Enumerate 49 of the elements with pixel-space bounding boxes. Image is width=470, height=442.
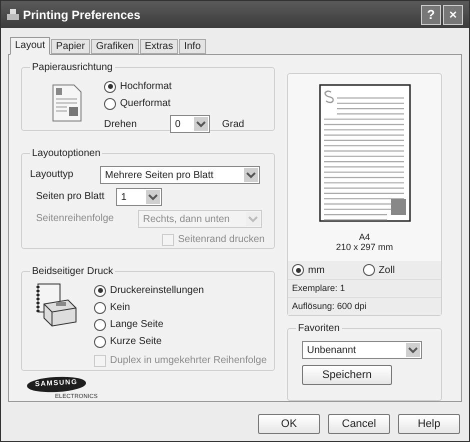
unit-label: Grad bbox=[222, 118, 244, 132]
checkbox-label: Seitenrand drucken bbox=[178, 233, 265, 247]
copies-info: Exemplare: 1 bbox=[292, 282, 346, 295]
field-label: Seiten pro Blatt bbox=[36, 190, 106, 204]
radio-label[interactable]: mm bbox=[308, 262, 325, 278]
dropdown[interactable]: 1 bbox=[116, 188, 162, 206]
tab[interactable]: Layout bbox=[10, 37, 50, 55]
dialog-button[interactable]: Speichern bbox=[302, 365, 392, 386]
group-title: Beidseitiger Druck bbox=[30, 264, 116, 279]
tab[interactable]: Papier bbox=[51, 39, 90, 54]
radio-label[interactable]: Kein bbox=[110, 300, 130, 315]
document-icon bbox=[52, 84, 82, 122]
dialog-button[interactable]: Cancel bbox=[328, 414, 390, 434]
resolution-info: Auflösung: 600 dpi bbox=[292, 300, 367, 313]
radio-button[interactable] bbox=[362, 264, 375, 276]
radio-button[interactable] bbox=[94, 318, 106, 330]
radio-label[interactable]: Lange Seite bbox=[110, 317, 164, 332]
dropdown[interactable]: 0 bbox=[170, 115, 210, 133]
paper-size: 210 x 297 mm bbox=[334, 242, 394, 253]
printer-title-icon bbox=[7, 8, 19, 20]
tab[interactable]: Info bbox=[179, 39, 206, 54]
field-label: Layouttyp bbox=[30, 168, 74, 182]
tab[interactable]: Extras bbox=[140, 39, 178, 54]
radio-button[interactable] bbox=[104, 80, 116, 92]
window-title: Printing Preferences bbox=[23, 6, 140, 24]
dialog-button[interactable]: Help bbox=[398, 414, 460, 434]
tab[interactable]: Grafiken bbox=[90, 39, 139, 54]
paper-name: A4 bbox=[358, 232, 371, 242]
dropdown[interactable]: Unbenannt bbox=[302, 341, 422, 360]
group-title: Layoutoptionen bbox=[30, 146, 102, 161]
radio-label[interactable]: Kurze Seite bbox=[110, 334, 162, 349]
radio-button[interactable] bbox=[104, 98, 116, 110]
radio-label[interactable]: Querformat bbox=[120, 96, 171, 111]
radio-label[interactable]: Zoll bbox=[378, 262, 395, 278]
radio-button[interactable] bbox=[292, 264, 304, 276]
checkbox-label: Duplex in umgekehrter Reihenfolge bbox=[110, 354, 267, 368]
radio-label[interactable]: Druckereinstellungen bbox=[110, 283, 204, 298]
group-title: Papierausrichtung bbox=[30, 60, 115, 75]
radio-label[interactable]: Hochformat bbox=[120, 79, 172, 94]
title-bar-button[interactable]: × bbox=[443, 4, 463, 24]
dialog-button[interactable]: OK bbox=[258, 414, 320, 434]
field-label: Seitenreihenfolge bbox=[36, 212, 115, 226]
field-label: Drehen bbox=[104, 118, 138, 132]
radio-button[interactable] bbox=[94, 336, 106, 348]
printer-icon bbox=[36, 282, 78, 328]
title-bar-button[interactable]: ? bbox=[421, 4, 441, 24]
radio-button[interactable] bbox=[94, 284, 106, 296]
radio-button[interactable] bbox=[94, 302, 106, 314]
dropdown[interactable]: Mehrere Seiten pro Blatt bbox=[100, 166, 260, 184]
